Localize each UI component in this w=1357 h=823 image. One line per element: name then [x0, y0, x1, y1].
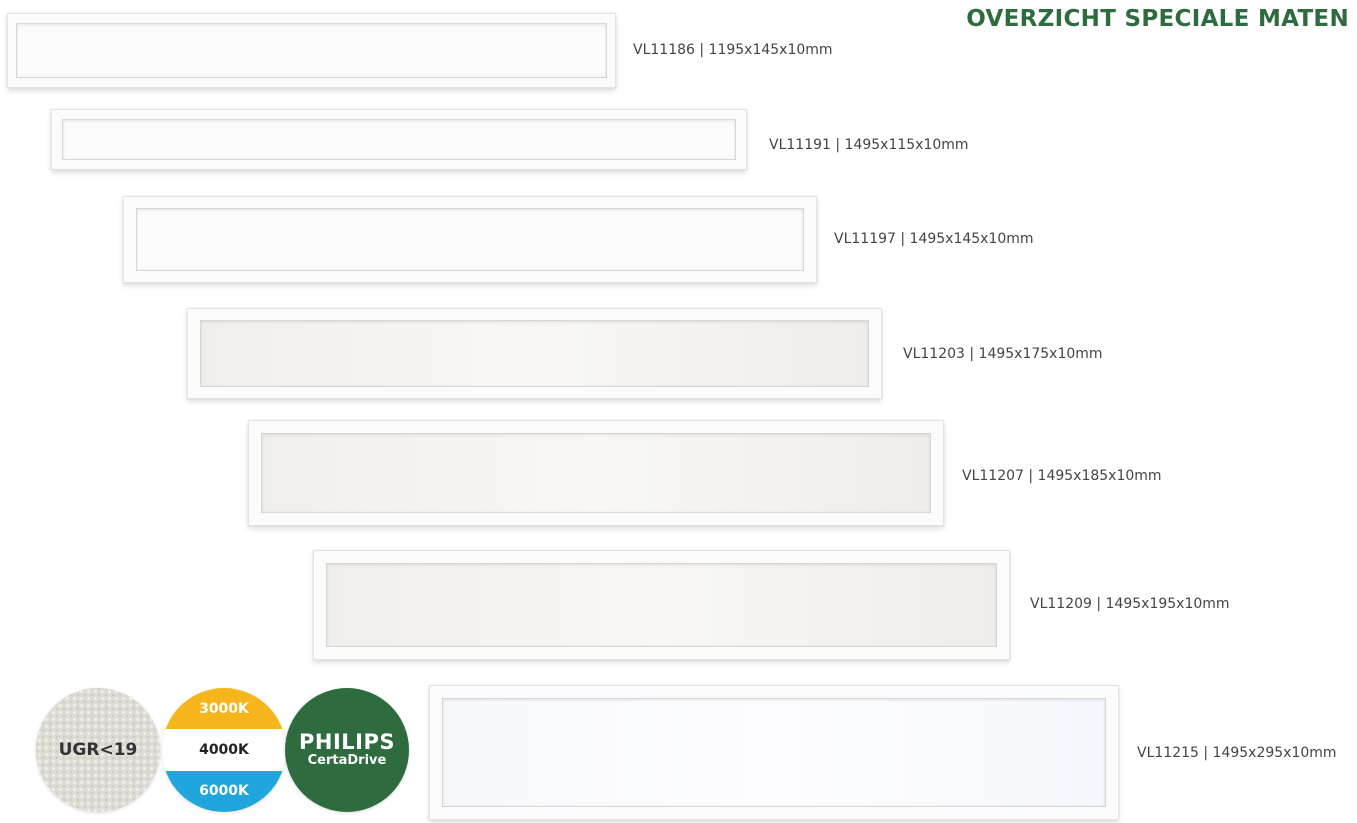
panel-label: VL11209 | 1495x195x10mm	[1030, 596, 1230, 612]
color-temperature-badge: 3000K 4000K 6000K	[162, 688, 286, 812]
led-panel-vl11209	[313, 550, 1010, 660]
ugr-label: UGR<19	[58, 740, 138, 760]
panel-diffuser	[261, 433, 931, 513]
philips-logo-text: PHILIPS	[299, 730, 395, 755]
panel-diffuser	[200, 320, 869, 387]
certadrive-label: CertaDrive	[307, 753, 387, 769]
cct-warm-label: 3000K	[162, 688, 286, 730]
panel-label: VL11191 | 1495x115x10mm	[769, 137, 969, 153]
cct-cool-label: 6000K	[162, 770, 286, 812]
panel-label: VL11207 | 1495x185x10mm	[962, 468, 1162, 484]
panel-label: VL11203 | 1495x175x10mm	[903, 346, 1103, 362]
panel-diffuser	[136, 208, 804, 271]
page-title: OVERZICHT SPECIALE MATEN	[966, 6, 1349, 32]
panel-label: VL11197 | 1495x145x10mm	[834, 231, 1034, 247]
led-panel-vl11215	[429, 685, 1119, 820]
panel-label: VL11215 | 1495x295x10mm	[1137, 745, 1337, 761]
panel-diffuser	[442, 698, 1106, 807]
panel-label: VL11186 | 1195x145x10mm	[633, 42, 833, 58]
panel-diffuser	[16, 23, 607, 78]
ugr-badge: UGR<19	[36, 688, 160, 812]
cct-neutral-label: 4000K	[162, 729, 286, 771]
philips-certadrive-badge: PHILIPS CertaDrive	[285, 688, 409, 812]
led-panel-vl11191	[51, 109, 747, 170]
led-panel-vl11186	[7, 13, 616, 88]
led-panel-vl11197	[123, 196, 817, 283]
led-panel-vl11203	[187, 308, 882, 399]
panel-diffuser	[62, 119, 736, 160]
led-panel-vl11207	[248, 420, 944, 526]
panel-diffuser	[326, 563, 997, 647]
